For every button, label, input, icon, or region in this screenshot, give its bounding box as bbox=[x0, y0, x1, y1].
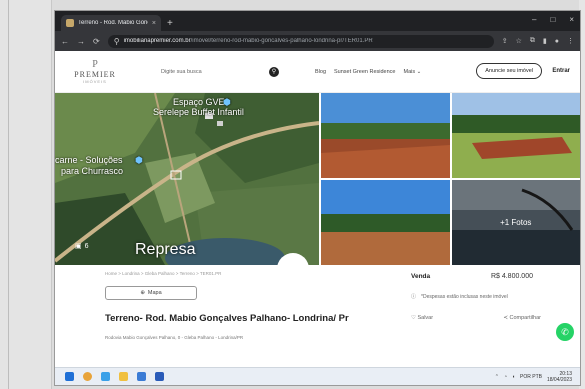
close-window-button[interactable]: × bbox=[569, 15, 574, 24]
url-input[interactable]: ⚲ imobiliariapremier.com.br/imovel/terre… bbox=[107, 34, 494, 48]
chrome-icon[interactable] bbox=[83, 372, 92, 381]
more-photos-button[interactable]: +1 Fotos bbox=[451, 180, 580, 265]
price-value: R$ 4.800.000 bbox=[490, 273, 533, 280]
nav-sunset-green[interactable]: Sunset Green Residence bbox=[334, 69, 395, 75]
premier-logo[interactable]: P PREMIER IMÓVEIS bbox=[65, 58, 125, 84]
login-link[interactable]: Entrar bbox=[552, 68, 570, 74]
price-row: Venda R$ 4.800.000 bbox=[411, 273, 571, 280]
camera-icon: ▣ bbox=[75, 243, 82, 250]
site-header: P PREMIER IMÓVEIS Digite sua busca ⚲ Blo… bbox=[55, 51, 580, 93]
advertise-button[interactable]: Anuncie seu imóvel bbox=[476, 63, 542, 79]
forward-icon[interactable]: → bbox=[77, 37, 85, 46]
map-button[interactable]: ⊕ Mapa bbox=[105, 286, 197, 300]
search-taskbar-icon[interactable] bbox=[101, 372, 110, 381]
left-rule bbox=[8, 0, 9, 389]
map-label-espaco: Espaço GVE - bbox=[173, 97, 231, 107]
property-gallery: Espaço GVE - Serelepe Buffet Infantil ⬢ … bbox=[55, 93, 580, 265]
whatsapp-icon[interactable]: ✆ bbox=[556, 323, 574, 341]
language-indicator[interactable]: POR PTB bbox=[520, 374, 542, 380]
tab-title: Terreno - Rod. Mabio Gonçalves... bbox=[78, 20, 148, 26]
search-icon[interactable]: ⚲ bbox=[269, 66, 279, 77]
share-icon: ≺ bbox=[503, 315, 508, 321]
price-label: Venda bbox=[411, 273, 431, 280]
photo-count-badge[interactable]: ▣ 6 bbox=[75, 242, 89, 251]
heart-icon: ♡ bbox=[411, 315, 416, 321]
photo-3-image bbox=[321, 180, 450, 265]
search-input[interactable]: Digite sua busca bbox=[161, 69, 202, 75]
map-pin-icon: ⬢ bbox=[223, 97, 231, 107]
photo-3[interactable] bbox=[321, 180, 450, 265]
site-info-icon[interactable]: ⚲ bbox=[114, 37, 120, 46]
close-tab-icon[interactable]: × bbox=[152, 20, 156, 27]
share-button[interactable]: ≺ Compartilhar bbox=[503, 315, 541, 321]
price-box: Venda R$ 4.800.000 ⓘ *Despesas estão inc… bbox=[411, 273, 571, 321]
save-button[interactable]: ♡ Salvar bbox=[411, 315, 433, 321]
nav-mais[interactable]: Mais ⌄ bbox=[403, 69, 421, 75]
left-gutter bbox=[0, 0, 52, 389]
property-details: Home > Londrina > Gleba Palhano > Terren… bbox=[55, 265, 580, 367]
map-store-icon: ⬢ bbox=[135, 155, 143, 165]
main-nav: Blog Sunset Green Residence Mais ⌄ bbox=[315, 69, 421, 75]
volume-icon[interactable]: ◖ bbox=[512, 374, 515, 380]
photo-4[interactable]: +1 Fotos bbox=[451, 180, 580, 265]
back-icon[interactable]: ← bbox=[61, 37, 69, 46]
profile-icon[interactable]: ● bbox=[555, 38, 559, 45]
os-taskbar: ⌃ ◔ ◖ POR PTB 20:13 18/04/2023 bbox=[55, 367, 580, 385]
info-icon: ⓘ bbox=[411, 294, 417, 300]
reload-icon[interactable]: ⟳ bbox=[93, 37, 100, 46]
menu-kebab-icon[interactable]: ⋮ bbox=[567, 37, 574, 45]
browser-window: Terreno - Rod. Mabio Gonçalves... × + – … bbox=[54, 10, 581, 386]
wifi-icon[interactable]: ◔ bbox=[504, 374, 507, 380]
minimize-button[interactable]: – bbox=[532, 15, 536, 24]
address-bar: ← → ⟳ ⚲ imobiliariapremier.com.br/imovel… bbox=[55, 31, 580, 51]
price-note: ⓘ *Despesas estão inclusas neste imóvel bbox=[411, 294, 508, 300]
share-page-icon[interactable]: ⇪ bbox=[502, 37, 508, 45]
start-icon[interactable] bbox=[65, 372, 74, 381]
url-text: imobiliariapremier.com.br/imovel/terreno… bbox=[123, 38, 373, 44]
satellite-map[interactable]: Espaço GVE - Serelepe Buffet Infantil ⬢ … bbox=[55, 93, 319, 265]
screenshot-frame: Terreno - Rod. Mabio Gonçalves... × + – … bbox=[0, 0, 585, 389]
map-icon: ⊕ bbox=[140, 290, 145, 296]
sidebar-icon[interactable]: ▮ bbox=[543, 37, 547, 45]
clock[interactable]: 20:13 18/04/2023 bbox=[547, 371, 572, 383]
photo-grid: +1 Fotos bbox=[319, 93, 580, 265]
window-controls: – □ × bbox=[532, 15, 574, 24]
tab-strip: Terreno - Rod. Mabio Gonçalves... × + – … bbox=[55, 11, 580, 31]
site-search: Digite sua busca ⚲ bbox=[161, 64, 279, 80]
outlook-icon[interactable] bbox=[155, 372, 164, 381]
logo-mark: P bbox=[92, 58, 98, 70]
maximize-button[interactable]: □ bbox=[550, 15, 555, 24]
chevron-down-icon: ⌄ bbox=[416, 68, 422, 75]
browser-tab[interactable]: Terreno - Rod. Mabio Gonçalves... × bbox=[61, 15, 161, 31]
photo-2-image bbox=[451, 93, 580, 178]
satellite-map-image bbox=[55, 93, 319, 265]
map-label-churrasco: para Churrasco bbox=[61, 166, 124, 176]
favicon-icon bbox=[66, 19, 74, 27]
word-icon[interactable] bbox=[137, 372, 146, 381]
map-label-carne: carne - Soluções bbox=[55, 155, 123, 165]
map-label-represa: Represa bbox=[135, 241, 196, 258]
logo-name: PREMIER bbox=[74, 69, 116, 79]
system-tray: ⌃ ◔ ◖ POR PTB 20:13 18/04/2023 bbox=[495, 371, 572, 383]
property-address: Rodovia Mabio Gonçalves Palhano, 0 - Gle… bbox=[105, 335, 244, 340]
property-actions: ♡ Salvar ≺ Compartilhar bbox=[411, 315, 541, 321]
bookmark-star-icon[interactable]: ☆ bbox=[516, 37, 522, 45]
logo-subtitle: IMÓVEIS bbox=[83, 78, 107, 84]
tray-chevron-icon[interactable]: ⌃ bbox=[495, 374, 499, 380]
extensions-icon[interactable]: ⧉ bbox=[530, 37, 535, 45]
photo-2[interactable] bbox=[451, 93, 580, 178]
map-label-serelepe: Serelepe Buffet Infantil bbox=[153, 107, 244, 117]
folder-icon[interactable] bbox=[119, 372, 128, 381]
nav-blog[interactable]: Blog bbox=[315, 69, 326, 75]
photo-1-image bbox=[321, 93, 450, 178]
photo-1[interactable] bbox=[321, 93, 450, 178]
new-tab-button[interactable]: + bbox=[167, 18, 173, 29]
